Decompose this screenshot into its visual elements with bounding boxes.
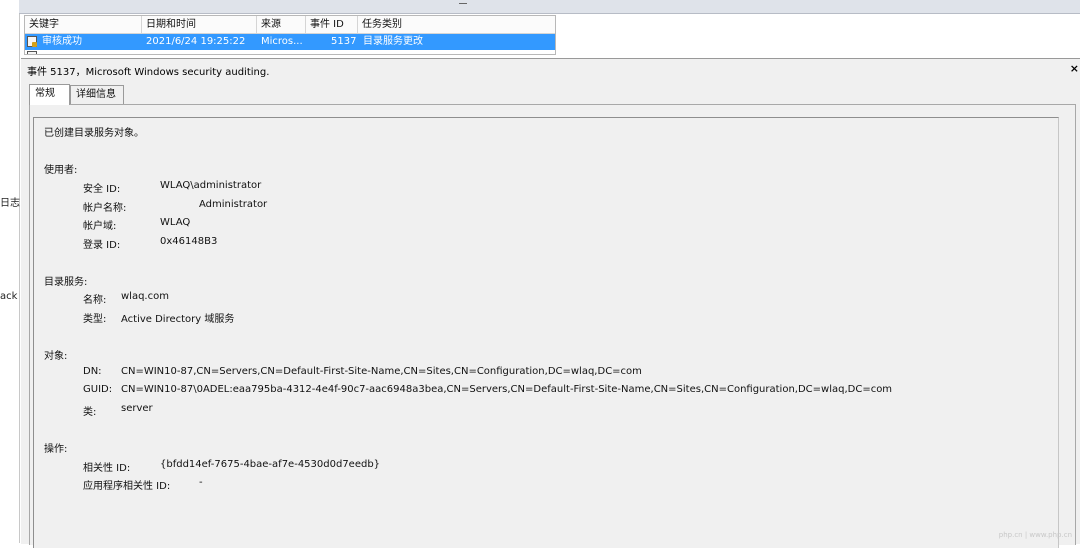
correlation-id-label: 相关性 ID:	[83, 463, 131, 474]
table-row[interactable]	[25, 50, 555, 54]
directory-service-heading: 目录服务:	[44, 277, 88, 288]
event-detail-panel: 事件 5137，Microsoft Windows security audit…	[21, 58, 1080, 548]
class-value: server	[121, 403, 153, 414]
cell-category: 目录服务更改	[363, 36, 423, 47]
ds-name-label: 名称:	[83, 295, 107, 306]
watermark: php.cn | www.php.cn	[998, 531, 1072, 539]
cell-datetime: 2021/6/24 19:25:22	[146, 36, 246, 47]
ds-name-value: wlaq.com	[121, 291, 169, 302]
dn-value: CN=WIN10-87,CN=Servers,CN=Default-First-…	[121, 366, 642, 377]
audit-key-icon	[27, 51, 37, 54]
audit-key-icon	[27, 36, 37, 47]
left-pane-fragment[interactable]: ack	[0, 291, 17, 302]
window-top-bar	[19, 0, 1080, 14]
object-heading: 对象:	[44, 351, 68, 362]
message-intro: 已创建目录服务对象。	[44, 128, 144, 139]
column-header-datetime[interactable]: 日期和时间	[142, 16, 257, 33]
column-header-keyword[interactable]: 关键字	[25, 16, 142, 33]
security-id-label: 安全 ID:	[83, 184, 121, 195]
logon-id-label: 登录 ID:	[83, 240, 121, 251]
close-icon[interactable]: ×	[1070, 62, 1079, 75]
app-correlation-id-value: -	[199, 477, 203, 488]
cell-keyword: 审核成功	[42, 36, 82, 47]
correlation-id-value: {bfdd14ef-7675-4bae-af7e-4530d0d7eedb}	[160, 459, 381, 470]
column-header-category[interactable]: 任务类别	[358, 16, 555, 33]
security-id-value: WLAQ\administrator	[160, 180, 262, 191]
account-name-label: 帐户名称:	[83, 203, 127, 214]
account-domain-value: WLAQ	[160, 217, 191, 228]
dn-label: DN:	[83, 366, 102, 377]
event-list[interactable]: 关键字 日期和时间 来源 事件 ID 任务类别 审核成功 2021/6/24 1…	[24, 15, 556, 55]
subject-heading: 使用者:	[44, 165, 78, 176]
column-header-source[interactable]: 来源	[257, 16, 306, 33]
tab-general[interactable]: 常规	[29, 84, 70, 105]
event-detail-title: 事件 5137，Microsoft Windows security audit…	[27, 67, 270, 78]
account-domain-label: 帐户域:	[83, 221, 117, 232]
column-header-event-id[interactable]: 事件 ID	[306, 16, 358, 33]
operation-heading: 操作:	[44, 444, 68, 455]
table-row[interactable]: 审核成功 2021/6/24 19:25:22 Micros... 5137 目…	[25, 34, 555, 50]
account-name-value: Administrator	[199, 199, 268, 210]
class-label: 类:	[83, 407, 97, 418]
ds-type-label: 类型:	[83, 314, 107, 325]
app-correlation-id-label: 应用程序相关性 ID:	[83, 481, 171, 492]
logon-id-value: 0x46148B3	[160, 236, 218, 247]
cell-source: Micros...	[261, 36, 303, 47]
guid-label: GUID:	[83, 384, 113, 395]
ds-type-value: Active Directory 域服务	[121, 314, 235, 325]
cell-event-id: 5137	[331, 36, 357, 47]
left-pane-fragment[interactable]: 日志	[0, 194, 20, 209]
left-pane-edge: 日志 ack	[0, 0, 20, 543]
guid-value: CN=WIN10-87\0ADEL:eaa795ba-4312-4e4f-90c…	[121, 384, 893, 395]
tab-details[interactable]: 详细信息	[70, 85, 124, 104]
minimize-icon[interactable]	[459, 3, 467, 4]
event-list-header: 关键字 日期和时间 来源 事件 ID 任务类别	[25, 16, 555, 34]
event-message[interactable]: 已创建目录服务对象。 使用者: 安全 ID: WLAQ\administrato…	[33, 117, 1059, 548]
